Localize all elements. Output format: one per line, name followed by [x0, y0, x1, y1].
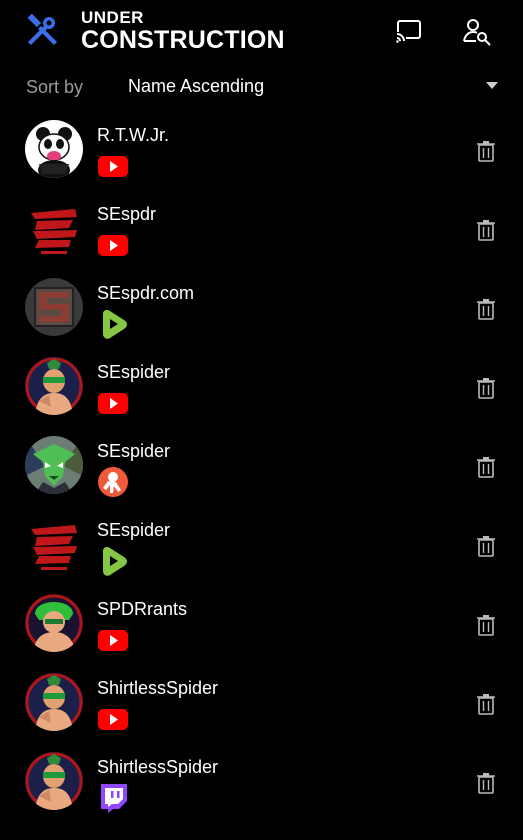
cast-icon[interactable] — [394, 16, 424, 46]
app-header: UNDER CONSTRUCTION — [0, 0, 523, 64]
channel-name: SEspdr.com — [97, 283, 195, 303]
sort-label: Sort by — [26, 77, 84, 97]
youtube-icon — [98, 709, 128, 730]
channel-name: ShirtlessSpider — [97, 757, 219, 777]
list-item[interactable]: SEspdr.com — [0, 270, 523, 349]
channel-list: R.T.W.Jr. SEspdr SEspdr.com SEspider SEs… — [0, 112, 523, 823]
avatar — [25, 278, 83, 336]
search-user-icon[interactable] — [462, 16, 492, 46]
channel-name: SEspdr — [97, 204, 157, 224]
list-item[interactable]: SPDRrants — [0, 586, 523, 665]
youtube-icon — [98, 630, 128, 651]
channel-name: SEspider — [97, 520, 171, 540]
avatar — [25, 515, 83, 573]
avatar — [25, 436, 83, 494]
list-item[interactable]: SEspdr — [0, 191, 523, 270]
channel-name: ShirtlessSpider — [97, 678, 219, 698]
trash-icon[interactable] — [476, 693, 496, 715]
list-item[interactable]: ShirtlessSpider — [0, 665, 523, 744]
trash-icon[interactable] — [476, 377, 496, 399]
avatar — [25, 752, 83, 810]
odysee-icon — [98, 467, 128, 497]
channel-name: R.T.W.Jr. — [97, 125, 169, 145]
avatar — [25, 199, 83, 257]
sort-dropdown[interactable]: Name Ascending — [128, 76, 264, 97]
youtube-icon — [98, 156, 128, 177]
list-item[interactable]: SEspider — [0, 428, 523, 507]
trash-icon[interactable] — [476, 219, 496, 241]
rumble-icon — [103, 310, 127, 339]
trash-icon[interactable] — [476, 456, 496, 478]
channel-name: SEspider — [97, 441, 171, 461]
twitch-icon — [101, 784, 127, 813]
trash-icon[interactable] — [476, 772, 496, 794]
youtube-icon — [98, 235, 128, 256]
list-item[interactable]: SEspider — [0, 507, 523, 586]
trash-icon[interactable] — [476, 535, 496, 557]
list-item[interactable]: R.T.W.Jr. — [0, 112, 523, 191]
avatar — [25, 594, 83, 652]
trash-icon[interactable] — [476, 614, 496, 636]
trash-icon[interactable] — [476, 140, 496, 162]
avatar — [25, 357, 83, 415]
list-item[interactable]: ShirtlessSpider — [0, 744, 523, 823]
logo-bottom-text: CONSTRUCTION — [81, 26, 285, 54]
trash-icon[interactable] — [476, 298, 496, 320]
chevron-down-icon[interactable] — [486, 82, 498, 89]
app-logo: UNDER CONSTRUCTION — [81, 9, 285, 53]
avatar — [25, 673, 83, 731]
logo-top-text: UNDER — [81, 8, 144, 27]
youtube-icon — [98, 393, 128, 414]
channel-name: SPDRrants — [97, 599, 188, 619]
sort-bar: Sort by Name Ascending — [0, 70, 523, 104]
tools-icon — [27, 13, 57, 45]
rumble-icon — [103, 547, 127, 576]
avatar — [25, 120, 83, 178]
list-item[interactable]: SEspider — [0, 349, 523, 428]
channel-name: SEspider — [97, 362, 171, 382]
